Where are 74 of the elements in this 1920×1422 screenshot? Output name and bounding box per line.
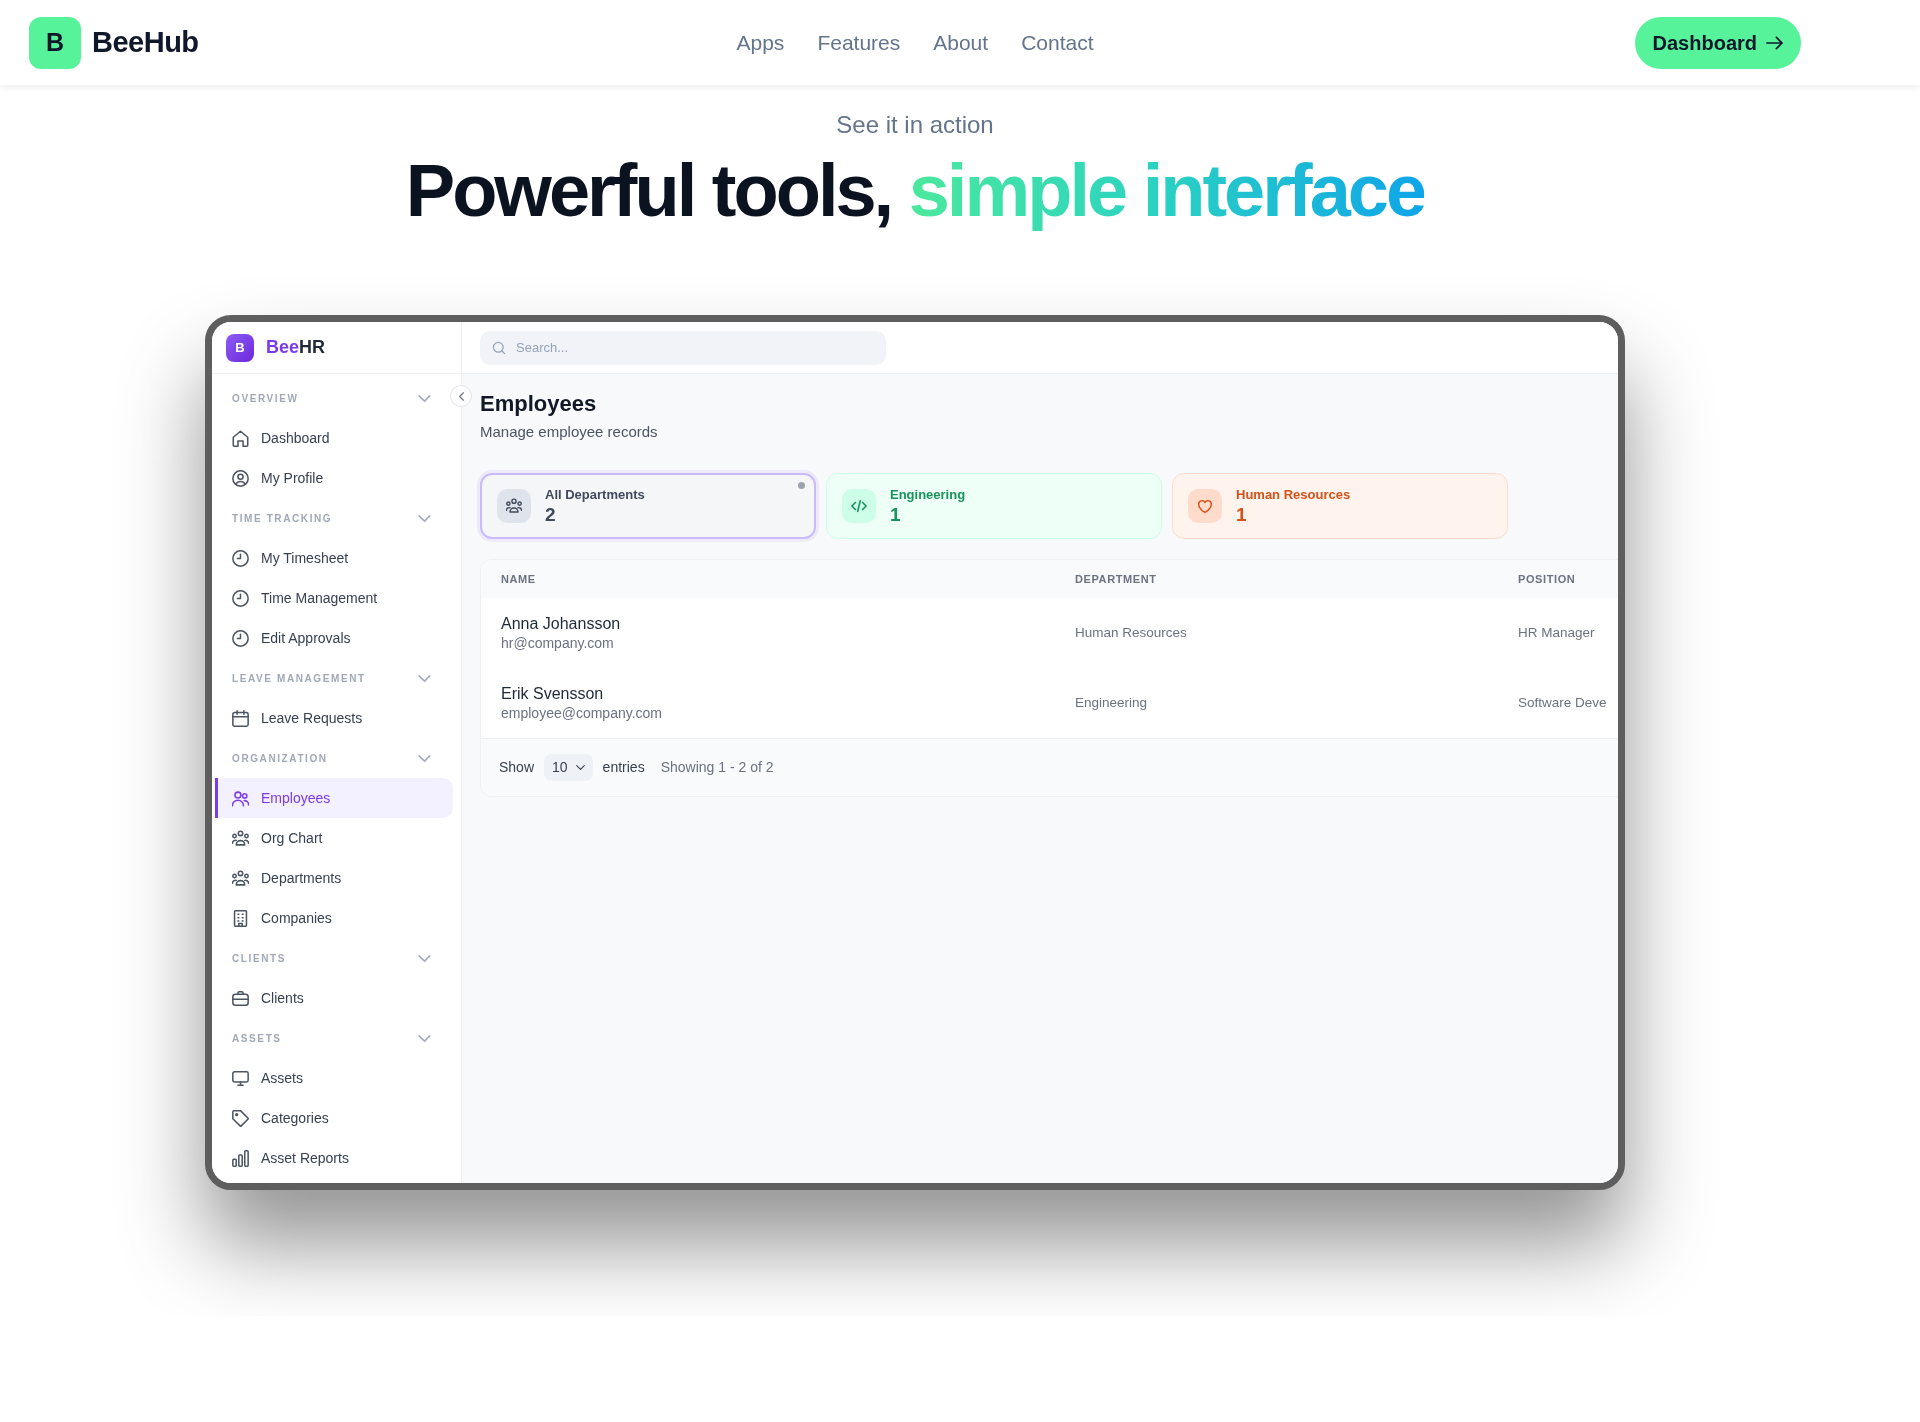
- column-header: POSITION: [1518, 571, 1576, 587]
- employee-name: Erik Svensson: [501, 684, 604, 704]
- footer-label: Show: [499, 758, 535, 777]
- brand-name[interactable]: BeeHub: [92, 20, 199, 65]
- table-cell-text: Software Deve: [1518, 693, 1607, 712]
- nav-link[interactable]: Contact: [1021, 26, 1094, 59]
- stat-card[interactable]: Human Resources 1: [1172, 473, 1508, 539]
- group-icon: [232, 829, 249, 847]
- bar-chart-icon: [232, 1149, 249, 1167]
- search-icon: [492, 340, 506, 355]
- collapse-button[interactable]: [450, 385, 472, 407]
- employee-email: employee@company.com: [501, 704, 663, 722]
- footer-label: entries: [602, 758, 645, 777]
- app-brand-name: BeeHR: [266, 336, 326, 359]
- clock-icon: [232, 629, 249, 647]
- nav-link[interactable]: Apps: [736, 26, 785, 59]
- house-icon: [232, 429, 249, 447]
- column-header: DEPARTMENT: [1075, 571, 1157, 587]
- briefcase-icon: [232, 989, 249, 1007]
- chevron-down-icon: [575, 765, 585, 770]
- table-cell-text: HR Manager: [1518, 623, 1595, 642]
- nav-link[interactable]: Features: [817, 26, 901, 59]
- sidebar-item[interactable]: Asset Reports: [215, 1138, 453, 1178]
- indicator-dot-icon: [798, 482, 805, 489]
- employee-email: hr@company.com: [501, 634, 614, 652]
- code-icon: [842, 489, 876, 523]
- sidebar-item[interactable]: Edit Approvals: [215, 618, 453, 658]
- calendar-icon: [232, 709, 249, 727]
- user-circle-icon: [232, 469, 249, 487]
- clock-icon: [232, 549, 249, 567]
- stat-card[interactable]: All Departments 2: [480, 473, 816, 539]
- dashboard-button[interactable]: Dashboard: [1634, 16, 1801, 69]
- page-subtitle: Manage employee records: [480, 422, 658, 442]
- page-title: Employees: [480, 390, 597, 418]
- table-cell-text: Human Resources: [1075, 623, 1187, 642]
- sidebar-item[interactable]: Assets: [215, 1058, 453, 1098]
- sidebar-item[interactable]: Employees: [215, 778, 453, 818]
- table-cell-text: Engineering: [1075, 693, 1148, 712]
- users-icon: [232, 789, 249, 807]
- stat-label: Human Resources: [1236, 486, 1351, 503]
- logo-mark[interactable]: B: [29, 16, 81, 69]
- employee-name: Anna Johansson: [501, 614, 621, 634]
- sidebar-item[interactable]: My Profile: [215, 458, 453, 498]
- stat-card[interactable]: Engineering 1: [826, 473, 1162, 539]
- stat-value: 2: [545, 503, 556, 526]
- sidebar-item[interactable]: Clients: [215, 978, 453, 1018]
- arrow-right-icon: [1766, 35, 1783, 50]
- sidebar-item[interactable]: Time Management: [215, 578, 453, 618]
- stat-label: All Departments: [545, 486, 645, 503]
- nav-link[interactable]: About: [933, 26, 989, 59]
- sidebar-item[interactable]: My Timesheet: [215, 538, 453, 578]
- sidebar-item[interactable]: Companies: [215, 898, 453, 938]
- tag-icon: [232, 1109, 249, 1127]
- entries-summary: Showing 1 - 2 of 2: [660, 758, 774, 777]
- heart-icon: [1188, 489, 1222, 523]
- sidebar-item[interactable]: Leave Requests: [215, 698, 453, 738]
- page-size-select[interactable]: 10: [544, 754, 593, 781]
- eyebrow-text: See it in action: [836, 110, 994, 140]
- group-icon: [232, 869, 249, 887]
- stat-label: Engineering: [890, 486, 966, 503]
- column-header: NAME: [501, 571, 536, 587]
- stat-value: 1: [1236, 503, 1247, 526]
- group-icon: [497, 489, 531, 523]
- sidebar-item[interactable]: Dashboard: [215, 418, 453, 458]
- chevron-left-icon: [458, 391, 464, 401]
- clock-icon: [232, 589, 249, 607]
- sidebar-item[interactable]: Categories: [215, 1098, 453, 1138]
- sidebar-item[interactable]: Departments: [215, 858, 453, 898]
- monitor-icon: [232, 1069, 249, 1087]
- hero-title: Powerful tools,: [405, 149, 892, 232]
- sidebar-item[interactable]: Org Chart: [215, 818, 453, 858]
- building-icon: [232, 909, 249, 927]
- stat-value: 1: [890, 503, 901, 526]
- app-logo-mark: B: [226, 333, 254, 362]
